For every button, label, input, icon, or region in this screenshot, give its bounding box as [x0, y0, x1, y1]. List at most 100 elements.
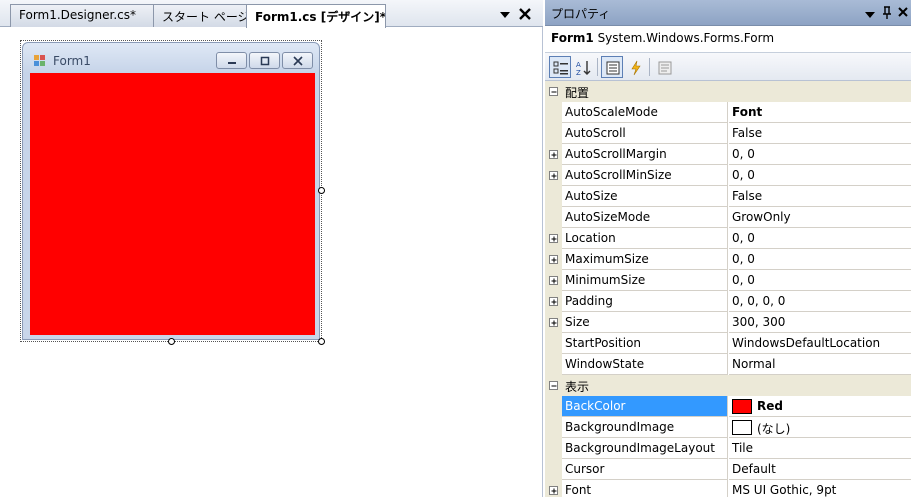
properties-title: プロパティ [551, 7, 611, 21]
expand-icon[interactable] [549, 486, 558, 495]
tab-form1-design[interactable]: Form1.cs [デザイン]* [246, 4, 386, 28]
property-name: MaximumSize [562, 249, 728, 270]
property-value[interactable]: 0, 0 [729, 270, 911, 291]
close-icon [293, 56, 303, 66]
property-row[interactable]: Size 300, 300 [545, 312, 911, 333]
collapse-icon[interactable] [549, 87, 558, 96]
sort-az-icon: A Z [576, 61, 591, 76]
property-pages-button[interactable] [653, 56, 675, 78]
object-selector[interactable]: Form1 System.Windows.Forms.Form [545, 26, 911, 53]
minimize-icon [228, 62, 236, 64]
property-name: Padding [562, 291, 728, 312]
property-value[interactable]: WindowsDefaultLocation [729, 333, 911, 354]
properties-button[interactable] [601, 56, 623, 78]
property-value[interactable]: 0, 0 [729, 165, 911, 186]
toolbar-separator [597, 58, 598, 76]
property-grid: 配置 AutoScaleMode Font AutoScroll False A… [545, 81, 911, 497]
property-name: BackgroundImageLayout [562, 438, 728, 459]
chevron-down-icon[interactable] [865, 8, 875, 22]
category-appearance[interactable]: 表示 [545, 375, 911, 396]
property-value-editor[interactable]: Red [729, 396, 911, 417]
pin-icon[interactable] [881, 6, 893, 23]
property-value[interactable]: Font [729, 102, 911, 123]
close-icon[interactable] [897, 6, 909, 21]
expand-icon[interactable] [549, 297, 558, 306]
expand-icon[interactable] [549, 276, 558, 285]
property-row[interactable]: AutoSize False [545, 186, 911, 207]
expand-icon[interactable] [549, 318, 558, 327]
color-swatch [732, 399, 752, 414]
property-row[interactable]: Location 0, 0 [545, 228, 911, 249]
property-value[interactable]: Tile [729, 438, 911, 459]
minimize-button[interactable] [216, 52, 247, 69]
property-value[interactable]: False [729, 123, 911, 144]
chevron-down-icon[interactable] [499, 9, 511, 21]
property-row[interactable]: MinimumSize 0, 0 [545, 270, 911, 291]
events-button[interactable] [624, 56, 646, 78]
expand-icon[interactable] [549, 234, 558, 243]
property-name: AutoScrollMinSize [562, 165, 728, 186]
property-value[interactable]: False [729, 186, 911, 207]
properties-pane: プロパティ Form1 System.Windows.Forms.Form A … [545, 0, 911, 497]
image-swatch [732, 420, 752, 435]
property-value[interactable]: GrowOnly [729, 207, 911, 228]
property-value-editor[interactable]: (なし) [729, 417, 911, 438]
resize-handle-corner[interactable] [318, 338, 325, 345]
form-client-area[interactable] [30, 73, 315, 335]
categorized-button[interactable] [549, 56, 571, 78]
property-name: WindowState [562, 354, 728, 375]
form-app-icon [33, 53, 47, 67]
collapse-icon[interactable] [549, 381, 558, 390]
property-row[interactable]: Cursor Default [545, 459, 911, 480]
property-row[interactable]: AutoScaleMode Font [545, 102, 911, 123]
property-row[interactable]: Font MS UI Gothic, 9pt [545, 480, 911, 497]
tab-label: Form1.cs [デザイン]* [255, 10, 386, 24]
property-value[interactable]: Default [729, 459, 911, 480]
property-value[interactable]: 0, 0, 0, 0 [729, 291, 911, 312]
property-row[interactable]: AutoScrollMargin 0, 0 [545, 144, 911, 165]
property-row[interactable]: StartPosition WindowsDefaultLocation [545, 333, 911, 354]
property-value[interactable]: 0, 0 [729, 228, 911, 249]
tab-form1-designer-cs[interactable]: Form1.Designer.cs* [10, 4, 155, 27]
property-name: AutoSizeMode [562, 207, 728, 228]
property-value[interactable]: MS UI Gothic, 9pt [729, 480, 911, 497]
property-name: AutoScaleMode [562, 102, 728, 123]
expand-icon[interactable] [549, 171, 558, 180]
property-row[interactable]: MaximumSize 0, 0 [545, 249, 911, 270]
resize-handle-right[interactable] [318, 187, 325, 194]
property-row[interactable]: AutoScrollMinSize 0, 0 [545, 165, 911, 186]
expand-icon[interactable] [549, 255, 558, 264]
lightning-icon [631, 60, 641, 76]
form-window[interactable]: Form1 [22, 42, 320, 340]
maximize-icon [260, 56, 270, 66]
property-row[interactable]: Padding 0, 0, 0, 0 [545, 291, 911, 312]
form-selection-frame[interactable]: Form1 [20, 40, 322, 342]
property-row[interactable]: BackgroundImageLayout Tile [545, 438, 911, 459]
property-row[interactable]: AutoSizeMode GrowOnly [545, 207, 911, 228]
object-name: Form1 [551, 31, 594, 45]
property-value[interactable]: 0, 0 [729, 249, 911, 270]
property-name: AutoScrollMargin [562, 144, 728, 165]
property-row[interactable]: WindowState Normal [545, 354, 911, 375]
property-row[interactable]: AutoScroll False [545, 123, 911, 144]
property-row-selected[interactable]: BackColor Red [545, 396, 911, 417]
property-value[interactable]: 0, 0 [729, 144, 911, 165]
close-icon[interactable] [517, 6, 533, 22]
property-name: AutoSize [562, 186, 728, 207]
expand-icon[interactable] [549, 150, 558, 159]
category-layout[interactable]: 配置 [545, 81, 911, 102]
categorized-icon [553, 61, 568, 75]
toolbar-separator [649, 58, 650, 76]
property-row[interactable]: BackgroundImage (なし) [545, 417, 911, 438]
tab-label: Form1.Designer.cs* [19, 8, 136, 22]
property-value[interactable]: 300, 300 [729, 312, 911, 333]
property-value[interactable]: Normal [729, 354, 911, 375]
resize-handle-bottom[interactable] [168, 338, 175, 345]
tab-label: スタート ページ [162, 10, 249, 24]
form-close-button[interactable] [282, 52, 313, 69]
tab-start-page[interactable]: スタート ページ [153, 4, 249, 27]
maximize-button[interactable] [249, 52, 280, 69]
alphabetical-button[interactable]: A Z [572, 56, 594, 78]
properties-toolbar: A Z [545, 53, 911, 81]
property-name: AutoScroll [562, 123, 728, 144]
